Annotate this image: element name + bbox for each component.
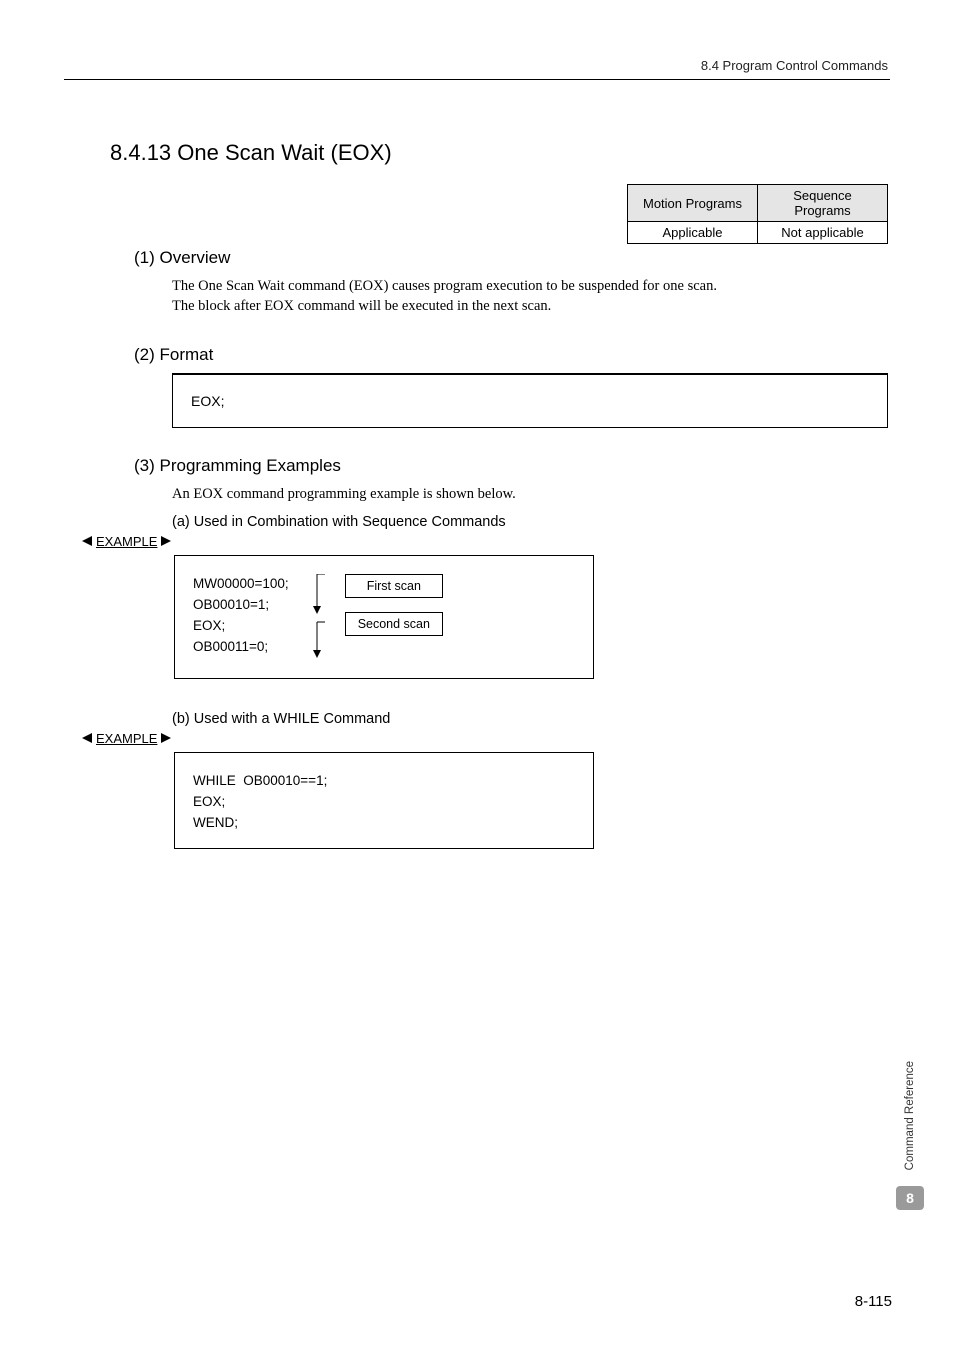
exA-l1: MW00000=100; xyxy=(193,576,289,591)
example-label-text-b: EXAMPLE xyxy=(96,731,157,746)
example-label-text-a: EXAMPLE xyxy=(96,534,157,549)
format-code: EOX; xyxy=(191,393,224,409)
first-scan-label: First scan xyxy=(345,574,443,598)
exA-l3: EOX; xyxy=(193,618,225,633)
programming-intro: An EOX command programming example is sh… xyxy=(172,484,886,504)
example-label-b: EXAMPLE xyxy=(82,731,892,746)
exA-l2: OB00010=1; xyxy=(193,597,269,612)
exB-l1: WHILE OB00010==1; xyxy=(193,773,327,788)
example-b-box: WHILE OB00010==1; EOX; WEND; xyxy=(174,752,594,849)
exB-l3: WEND; xyxy=(193,815,238,830)
example-label-a: EXAMPLE xyxy=(82,534,892,549)
second-scan-label: Second scan xyxy=(345,612,443,636)
example-a-heading: (a) Used in Combination with Sequence Co… xyxy=(172,514,892,530)
triangle-left-icon xyxy=(82,733,92,743)
table-cell-sequence: Not applicable xyxy=(758,222,888,244)
triangle-left-icon xyxy=(82,536,92,546)
applicability-table: Motion Programs Sequence Programs Applic… xyxy=(627,184,888,244)
example-a-row: MW00000=100; OB00010=1; EOX; OB00011=0; … xyxy=(193,574,579,664)
example-a-code: MW00000=100; OB00010=1; EOX; OB00011=0; xyxy=(193,574,289,658)
example-b-heading: (b) Used with a WHILE Command xyxy=(172,711,892,727)
exB-l2: EOX; xyxy=(193,794,225,809)
table-head-motion: Motion Programs xyxy=(628,185,758,222)
overview-heading: (1) Overview xyxy=(134,248,892,268)
programming-heading: (3) Programming Examples xyxy=(134,456,892,476)
side-tab-text: Command Reference xyxy=(904,1061,916,1170)
example-b-code: WHILE OB00010==1; EOX; WEND; xyxy=(193,771,579,834)
overview-line-1: The One Scan Wait command (EOX) causes p… xyxy=(172,278,717,294)
format-heading: (2) Format xyxy=(134,345,892,365)
format-box-wrap: EOX; xyxy=(172,373,888,428)
triangle-right-icon xyxy=(161,733,171,743)
exA-l4: OB00011=0; xyxy=(193,639,268,654)
page-header-right: 8.4 Program Control Commands xyxy=(62,58,892,73)
example-a-arrows xyxy=(303,574,331,664)
page: 8.4 Program Control Commands 8.4.13 One … xyxy=(0,0,954,1350)
section-title: 8.4.13 One Scan Wait (EOX) xyxy=(110,140,892,166)
table-head-sequence: Sequence Programs xyxy=(758,185,888,222)
overview-text: The One Scan Wait command (EOX) causes p… xyxy=(172,276,886,317)
triangle-right-icon xyxy=(161,536,171,546)
format-box: EOX; xyxy=(172,373,888,428)
header-rule xyxy=(64,79,890,80)
side-tab-badge: 8 xyxy=(896,1186,924,1210)
overview-line-2: The block after EOX command will be exec… xyxy=(172,298,551,314)
table-cell-motion: Applicable xyxy=(628,222,758,244)
example-a-box: MW00000=100; OB00010=1; EOX; OB00011=0; … xyxy=(174,555,594,679)
page-number: 8-115 xyxy=(855,1293,892,1310)
example-a-labels: First scan Second scan xyxy=(345,574,443,636)
